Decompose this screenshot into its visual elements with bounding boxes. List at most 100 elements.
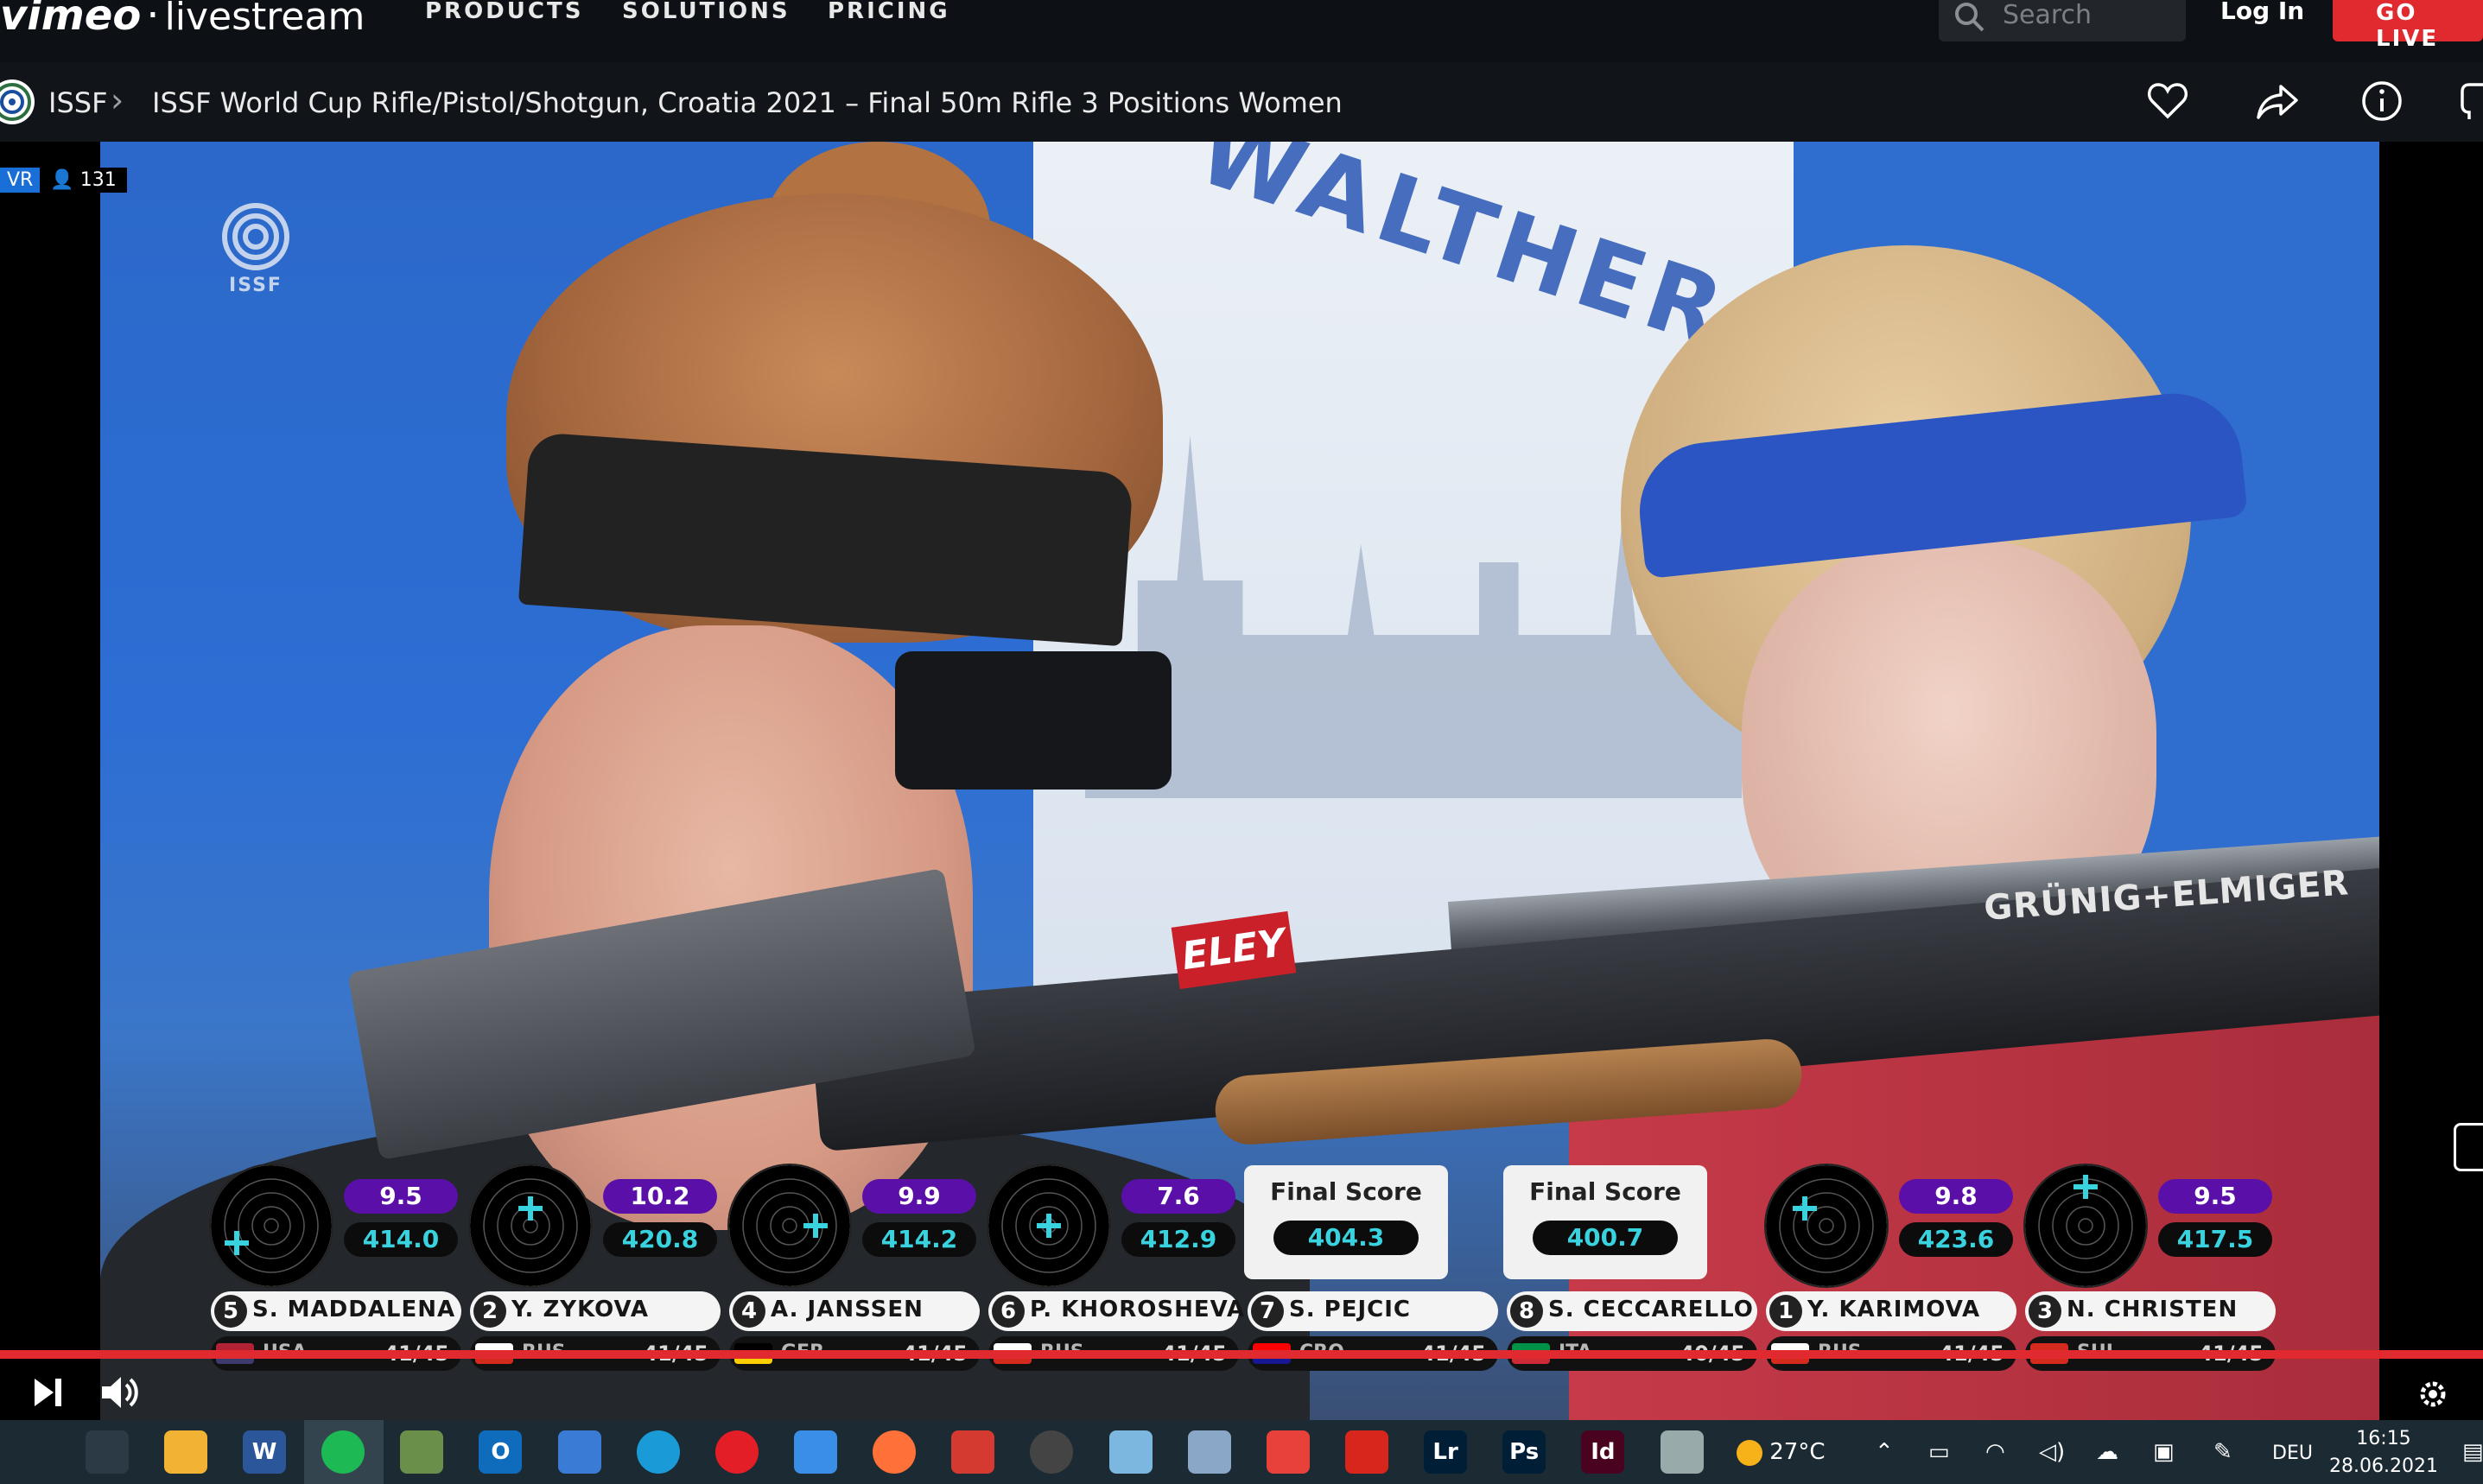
athlete-name-bar: 1 Y. KARIMOVA (1766, 1291, 2016, 1331)
weather-app-icon[interactable] (1660, 1430, 1704, 1474)
final-score-label: Final Score (1270, 1177, 1422, 1206)
athlete-name-bar: 2 Y. ZYKOVA (470, 1291, 721, 1331)
issf-channel-avatar[interactable] (0, 78, 36, 126)
info-icon[interactable] (2360, 79, 2404, 123)
cloud-icon[interactable]: ☁ (2096, 1439, 2118, 1465)
search-icon (1955, 3, 1984, 32)
task-view-icon[interactable] (85, 1430, 129, 1474)
search-input[interactable]: Search (1939, 0, 2186, 41)
wifi-icon[interactable]: ◠ (1985, 1439, 2005, 1465)
progress-bar[interactable] (0, 1350, 2483, 1359)
total-score: 414.2 (862, 1222, 976, 1257)
total-score: 420.8 (603, 1222, 717, 1257)
indesign-icon[interactable]: Id (1581, 1430, 1625, 1474)
display-icon[interactable]: ▣ (2153, 1439, 2175, 1465)
chevron-right-icon: › (111, 81, 124, 119)
page-title: ISSF World Cup Rifle/Pistol/Shotgun, Cro… (152, 86, 1343, 119)
weather-widget[interactable]: 27°C (1737, 1439, 1826, 1466)
lightroom-icon[interactable]: Lr (1424, 1430, 1468, 1474)
safari-icon[interactable] (794, 1430, 838, 1474)
acrobat-icon[interactable] (1344, 1430, 1388, 1474)
total-score: 423.6 (1899, 1222, 2013, 1257)
rank-badge: 5 (214, 1295, 247, 1328)
viewer-count: 👤 131 (40, 168, 127, 193)
word-icon[interactable]: W (243, 1430, 287, 1474)
photo-viewer-icon[interactable] (1187, 1430, 1231, 1474)
target-icon (1766, 1165, 1887, 1286)
speaker-icon[interactable]: ◁) (2039, 1439, 2065, 1465)
heart-icon[interactable] (2146, 79, 2189, 123)
paint-icon[interactable] (1108, 1430, 1153, 1474)
top-navbar: vimeo · livestream PRODUCTS SOLUTIONS PRIC… (0, 0, 2483, 62)
go-live-button[interactable]: GO LIVE (2333, 0, 2483, 52)
vimeo-livestream-logo[interactable]: vimeo · livestream (0, 0, 365, 40)
nav-pricing[interactable]: PRICING (828, 0, 950, 24)
athlete-name-bar: 5 S. MADDALENA (211, 1291, 461, 1331)
opera-icon[interactable] (714, 1430, 759, 1474)
final-score-box: Final Score 400.7 (1503, 1165, 1707, 1279)
target-rings-icon (222, 203, 289, 270)
athlete-name-bar: 3 N. CHRISTEN (2025, 1291, 2276, 1331)
app-red-icon[interactable] (951, 1430, 995, 1474)
login-link[interactable]: Log In (2220, 0, 2304, 25)
watermark-label: ISSF (229, 275, 283, 296)
windows-taskbar: 27°C ⌃ ▭ ◠ ◁) ☁ ▣ ✎ DEU 16:15 28.06.2021… (0, 1420, 2483, 1484)
nav-products[interactable]: PRODUCTS (425, 0, 583, 24)
rank-badge: 1 (1769, 1295, 1802, 1328)
app-ball-icon[interactable] (1030, 1430, 1074, 1474)
athlete-name-bar: 7 S. PEJCIC (1248, 1291, 1498, 1331)
athlete-name-bar: 4 A. JANSSEN (729, 1291, 980, 1331)
athlete-name-bar: 8 S. CECCARELLO (1507, 1291, 1757, 1331)
files-icon[interactable] (557, 1430, 601, 1474)
target-icon (211, 1165, 332, 1286)
pen-icon[interactable]: ✎ (2213, 1439, 2232, 1465)
temperature: 27°C (1769, 1439, 1826, 1465)
chevron-up-icon[interactable]: ⌃ (1875, 1439, 1894, 1465)
chat-icon[interactable] (2461, 79, 2483, 123)
language-indicator[interactable]: DEU (2272, 1443, 2313, 1464)
outlook-icon[interactable]: O (479, 1430, 523, 1474)
shot-score: 7.6 (1121, 1179, 1235, 1214)
athlete-name: Y. KARIMOVA (1807, 1297, 1981, 1322)
shot-score: 10.2 (603, 1179, 717, 1214)
side-panel-icon[interactable] (2454, 1123, 2483, 1171)
breadcrumb-channel[interactable]: ISSF (48, 86, 107, 119)
issf-watermark: ISSF (213, 202, 299, 296)
athlete-name: N. CHRISTEN (2067, 1297, 2239, 1322)
share-icon[interactable] (2255, 79, 2300, 123)
acrobat-alt-icon[interactable] (1266, 1430, 1310, 1474)
system-clock[interactable]: 16:15 28.06.2021 (2329, 1425, 2438, 1481)
target-icon (988, 1165, 1109, 1286)
spotify-icon[interactable] (321, 1430, 365, 1474)
settings-icon[interactable] (2416, 1377, 2450, 1411)
edge-icon[interactable] (636, 1430, 680, 1474)
vr-badge: VR (0, 168, 41, 193)
nav-solutions[interactable]: SOLUTIONS (622, 0, 791, 24)
athlete-name: A. JANSSEN (771, 1297, 924, 1322)
final-score-value: 404.3 (1273, 1221, 1419, 1255)
athlete-name: S. CECCARELLO (1548, 1297, 1754, 1322)
brand-name: vimeo (0, 0, 142, 40)
firefox-icon[interactable] (873, 1430, 917, 1474)
gallery-icon[interactable] (400, 1430, 444, 1474)
rank-badge: 2 (473, 1295, 506, 1328)
total-score: 417.5 (2158, 1222, 2272, 1257)
play-pause-icon[interactable] (33, 1377, 64, 1408)
sun-icon (1737, 1439, 1762, 1466)
target-icon (2025, 1165, 2146, 1286)
total-score: 412.9 (1121, 1222, 1235, 1257)
shot-score: 9.8 (1899, 1179, 2013, 1214)
athlete-name-bar: 6 P. KHOROSHEVA (988, 1291, 1244, 1331)
battery-icon[interactable]: ▭ (1928, 1439, 1950, 1465)
volume-icon[interactable] (100, 1373, 142, 1411)
search-placeholder: Search (2003, 0, 2092, 30)
file-explorer-icon[interactable] (163, 1430, 207, 1474)
video-player[interactable]: WALTHER ELEY GRÜNIG+ELMIGER ISSF VR 👤 131… (0, 142, 2483, 1420)
go-live-label: GO LIVE (2376, 0, 2439, 52)
athlete-name: P. KHOROSHEVA (1030, 1297, 1246, 1322)
notification-icon[interactable]: ▤ (2462, 1439, 2483, 1465)
photoshop-icon[interactable]: Ps (1502, 1430, 1546, 1474)
shot-score: 9.5 (2158, 1179, 2272, 1214)
shot-score: 9.5 (344, 1179, 458, 1214)
total-score: 414.0 (344, 1222, 458, 1257)
